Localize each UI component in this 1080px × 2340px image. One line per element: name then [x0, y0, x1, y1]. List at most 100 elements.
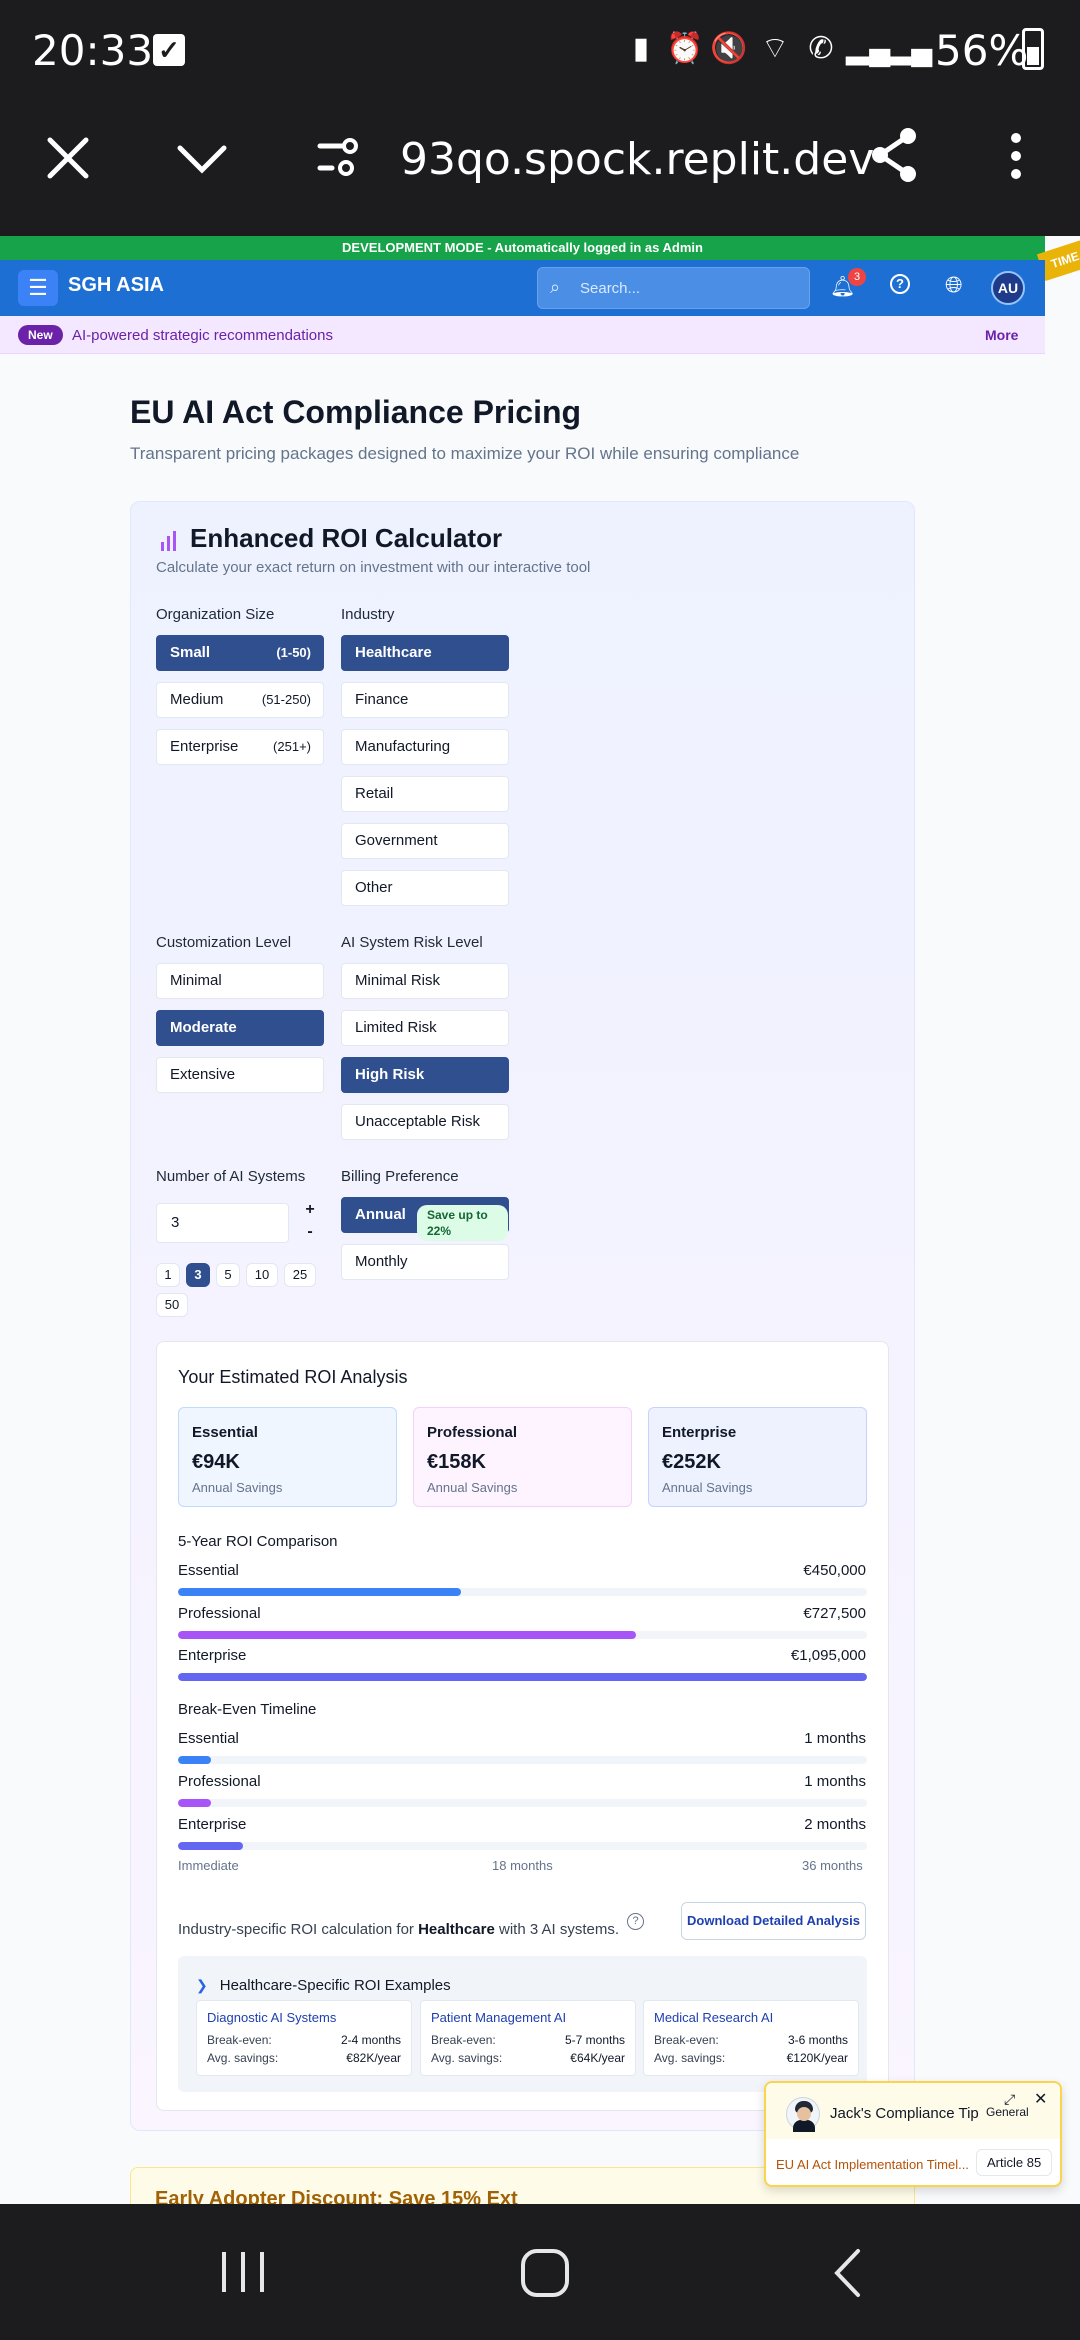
- decrement-button[interactable]: -: [300, 1222, 320, 1242]
- org-size-enterprise[interactable]: Enterprise (251+): [156, 729, 324, 765]
- industry-manufacturing[interactable]: Manufacturing: [341, 729, 509, 765]
- close-icon[interactable]: ✕: [1034, 2089, 1047, 2109]
- compliance-tip-popup[interactable]: Jack's Compliance Tip General ⤢ ✕ EU AI …: [764, 2081, 1062, 2187]
- savings-key: Avg. savings:: [207, 2051, 279, 2065]
- savings-key: Avg. savings:: [431, 2051, 503, 2065]
- industry-retail[interactable]: Retail: [341, 776, 509, 812]
- clock: 20:33: [32, 26, 154, 75]
- more-link[interactable]: More: [985, 327, 1018, 343]
- chevron-down-icon[interactable]: [176, 144, 228, 174]
- note-industry: Healthcare: [418, 1921, 495, 1938]
- systems-label: Number of AI Systems: [156, 1168, 306, 1185]
- preset-5[interactable]: 5: [216, 1263, 240, 1287]
- home-icon[interactable]: [520, 2248, 570, 2298]
- break-even-bar-essential: [178, 1756, 211, 1764]
- promo-text[interactable]: AI-powered strategic recommendations: [72, 327, 333, 344]
- breakeven-value: 3-6 months: [787, 2033, 848, 2047]
- org-size-small[interactable]: Small (1-50): [156, 635, 324, 671]
- roi-analysis-title: Your Estimated ROI Analysis: [178, 1367, 408, 1387]
- systems-count-input[interactable]: 3: [156, 1203, 289, 1243]
- break-even-bar-enterprise: [178, 1842, 244, 1850]
- search-input[interactable]: ⌕ Search...: [537, 267, 810, 309]
- axis-mid: 18 months: [492, 1858, 553, 1873]
- wifi-icon: ⌔: [760, 32, 790, 65]
- expand-icon[interactable]: ⤢: [1004, 2091, 1015, 2108]
- customization-moderate[interactable]: Moderate: [156, 1010, 324, 1046]
- preset-10[interactable]: 10: [246, 1263, 278, 1287]
- globe-icon[interactable]: 🌐︎: [945, 272, 963, 298]
- note-post: with 3 AI systems.: [494, 1921, 620, 1938]
- preset-3[interactable]: 3: [186, 1263, 210, 1287]
- billing-monthly[interactable]: Monthly: [341, 1244, 509, 1280]
- billing-label: Billing Preference: [341, 1168, 459, 1185]
- package-caption: Annual Savings: [427, 1480, 518, 1495]
- option-label: Enterprise: [170, 738, 239, 755]
- preset-25[interactable]: 25: [284, 1263, 316, 1287]
- chevron-right-icon: ❯: [196, 1977, 208, 1993]
- url-text[interactable]: 93qo.spock.replit.dev: [400, 134, 874, 185]
- five-year-bar-professional: [178, 1631, 636, 1639]
- org-size-medium[interactable]: Medium (51-250): [156, 682, 324, 718]
- package-card-essential: Essential €94K Annual Savings: [178, 1407, 397, 1507]
- calculator-subtitle: Calculate your exact return on investmen…: [156, 559, 591, 576]
- option-range: (1-50): [276, 645, 311, 660]
- app-header: ☰ SGH ASIA ⌕ Search... 🔔︎ 3 ? 🌐︎ AU: [0, 260, 1045, 316]
- status-bar: 20:33 ✓ ▮ ⏰ 🔇 ⌔ ✆ ▂▄ ▂▄ 56%: [0, 0, 1080, 100]
- option-label: Annual: [355, 1206, 406, 1223]
- option-range: (251+): [273, 739, 311, 754]
- industry-note: Industry-specific ROI calculation for He…: [178, 1921, 619, 1938]
- article-badge: Article 85: [976, 2149, 1053, 2176]
- industry-government[interactable]: Government: [341, 823, 509, 859]
- recent-apps-icon[interactable]: [220, 2250, 266, 2294]
- bar-track: [178, 1631, 867, 1639]
- be-value-professional: 1 months: [804, 1773, 866, 1790]
- tip-article-link[interactable]: EU AI Act Implementation Timel...: [776, 2157, 969, 2172]
- search-placeholder: Search...: [580, 280, 641, 297]
- industry-healthcare[interactable]: Healthcare: [341, 635, 509, 671]
- calculator-title: Enhanced ROI Calculator: [190, 523, 503, 553]
- bar-value-essential: €450,000: [803, 1562, 866, 1579]
- bar-label-professional: Professional: [178, 1605, 261, 1622]
- examples-toggle[interactable]: ❯ Healthcare-Specific ROI Examples: [196, 1977, 451, 1994]
- site-settings-icon[interactable]: [316, 136, 362, 180]
- risk-unacceptable[interactable]: Unacceptable Risk: [341, 1104, 509, 1140]
- tip-title: Jack's Compliance Tip: [830, 2105, 979, 2122]
- break-even-title: Break-Even Timeline: [178, 1701, 317, 1718]
- download-analysis-button[interactable]: Download Detailed Analysis: [681, 1902, 866, 1940]
- bar-track: [178, 1799, 867, 1807]
- more-vert-icon[interactable]: [1006, 130, 1026, 182]
- package-card-professional: Professional €158K Annual Savings: [413, 1407, 632, 1507]
- customization-minimal[interactable]: Minimal: [156, 963, 324, 999]
- help-icon[interactable]: ?: [890, 274, 910, 294]
- example-card: Medical Research AI Break-even: 3-6 mont…: [643, 2000, 859, 2076]
- wifi-calling-icon: ✆: [808, 32, 834, 65]
- risk-minimal[interactable]: Minimal Risk: [341, 963, 509, 999]
- axis-start: Immediate: [178, 1858, 239, 1873]
- brand-name[interactable]: SGH ASIA: [68, 274, 164, 297]
- preset-1[interactable]: 1: [156, 1263, 180, 1287]
- checkbox-notification-icon: ✓: [153, 34, 185, 66]
- close-icon[interactable]: [46, 136, 90, 180]
- package-caption: Annual Savings: [192, 1480, 283, 1495]
- note-pre: Industry-specific ROI calculation for: [178, 1921, 419, 1938]
- info-icon[interactable]: ?: [627, 1913, 644, 1930]
- industry-other[interactable]: Other: [341, 870, 509, 906]
- increment-button[interactable]: +: [300, 1200, 320, 1220]
- industry-finance[interactable]: Finance: [341, 682, 509, 718]
- avatar[interactable]: AU: [991, 271, 1025, 305]
- customization-extensive[interactable]: Extensive: [156, 1057, 324, 1093]
- option-label: Small: [170, 644, 211, 661]
- preset-50[interactable]: 50: [156, 1293, 188, 1317]
- savings-value: €120K/year: [786, 2051, 848, 2065]
- page-subtitle: Transparent pricing packages designed to…: [130, 444, 800, 463]
- browser-toolbar: 93qo.spock.replit.dev: [0, 100, 1080, 236]
- web-page: DEVELOPMENT MODE - Automatically logged …: [0, 236, 1080, 2204]
- notification-count-badge: 3: [848, 268, 866, 286]
- org-size-label: Organization Size: [156, 606, 275, 623]
- billing-annual[interactable]: Annual Save up to 22%: [341, 1197, 509, 1241]
- back-icon[interactable]: [832, 2248, 862, 2298]
- risk-limited[interactable]: Limited Risk: [341, 1010, 509, 1046]
- risk-high[interactable]: High Risk: [341, 1057, 509, 1093]
- menu-button[interactable]: ☰: [18, 270, 58, 306]
- share-icon[interactable]: [868, 126, 920, 184]
